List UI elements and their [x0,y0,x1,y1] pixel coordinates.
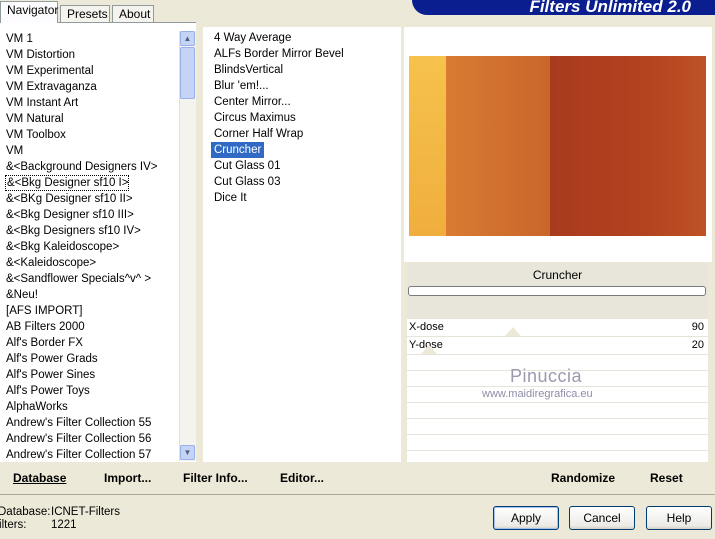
tab-presets[interactable]: Presets [60,5,110,22]
category-item[interactable]: VM Distortion [5,47,75,63]
category-item[interactable]: &Neu! [5,287,38,303]
filter-item[interactable]: ALFs Border Mirror Bevel [211,46,347,62]
status-database-value: ICNET-Filters [51,506,120,518]
filter-items: 4 Way Average ALFs Border Mirror Bevel Bli… [211,30,399,450]
scroll-up-button[interactable]: ▲ [180,31,195,46]
param-row-empty [407,419,708,435]
param-area-bottom [407,451,708,462]
category-item[interactable]: VM Toolbox [5,127,66,143]
category-item[interactable]: &<Bkg Designers sf10 IV> [5,223,141,239]
param-row-y-dose[interactable]: Y-dose 20 [407,337,708,355]
category-item[interactable]: VM Experimental [5,63,94,79]
progress-bar [408,286,706,296]
reset-button[interactable]: Reset [650,471,683,485]
category-item[interactable]: &<Kaleidoscope> [5,255,96,271]
category-list[interactable]: VM 1 VM Distortion VM Experimental VM Extra… [0,22,196,463]
category-item[interactable]: &<Bkg Designer sf10 I> [5,175,130,191]
category-item[interactable]: VM [5,143,23,159]
watermark-url: www.maidiregrafica.eu [482,388,593,400]
status-database-label: Database: [0,506,51,518]
slider-thumb-icon[interactable] [505,327,521,336]
param-value: 90 [691,321,704,333]
category-item[interactable]: &<Bkg Kaleidoscope> [5,239,119,255]
tab-about[interactable]: About [112,5,154,22]
category-item[interactable]: Alf's Power Grads [5,351,98,367]
category-item[interactable]: Andrew's Filter Collection 55 [5,415,151,431]
filter-item[interactable]: Cut Glass 01 [211,158,283,174]
filter-item[interactable]: Cut Glass 03 [211,174,283,190]
param-row-empty [407,435,708,451]
preview-image [409,56,706,236]
help-button[interactable]: Help [646,506,712,530]
category-item[interactable]: Alf's Power Sines [5,367,95,383]
filter-list[interactable]: 4 Way Average ALFs Border Mirror Bevel Bli… [203,27,401,462]
slider-thumb-icon[interactable] [421,345,437,354]
category-item[interactable]: VM Natural [5,111,64,127]
category-item[interactable]: Andrew's Filter Collection 56 [5,431,151,447]
param-value: 20 [691,339,704,351]
category-item[interactable]: Alf's Power Toys [5,383,90,399]
filter-item[interactable]: 4 Way Average [211,30,294,46]
category-item[interactable]: VM 1 [5,31,33,47]
category-item[interactable]: Andrew's Filter Collection 57 [5,447,151,463]
category-scrollbar[interactable]: ▲ ▼ [179,31,196,461]
apply-button[interactable]: Apply [493,506,559,530]
filter-item[interactable]: Cruncher [211,142,265,158]
category-item[interactable]: &<Sandflower Specials^v^ > [5,271,151,287]
scroll-thumb[interactable] [180,47,195,99]
category-item[interactable]: AB Filters 2000 [5,319,85,335]
category-item[interactable]: &<Bkg Designer sf10 III> [5,207,134,223]
category-items: VM 1 VM Distortion VM Experimental VM Extra… [5,31,177,463]
filter-item[interactable]: BlindsVertical [211,62,286,78]
filter-item[interactable]: Circus Maximus [211,110,299,126]
category-item[interactable]: [AFS IMPORT] [5,303,82,319]
cancel-button[interactable]: Cancel [569,506,635,530]
category-item[interactable]: VM Instant Art [5,95,78,111]
editor-button[interactable]: Editor... [280,471,324,485]
divider [0,494,715,495]
param-row-x-dose[interactable]: X-dose 90 [407,319,708,337]
filter-item[interactable]: Dice It [211,190,250,206]
database-button[interactable]: Database [13,471,66,485]
param-label: X-dose [409,321,444,333]
category-item[interactable]: Alf's Border FX [5,335,83,351]
randomize-button[interactable]: Randomize [551,471,615,485]
filter-info-button[interactable]: Filter Info... [183,471,248,485]
category-item[interactable]: &<BKg Designer sf10 II> [5,191,133,207]
category-item[interactable]: &<Background Designers IV> [5,159,158,175]
filter-item[interactable]: Corner Half Wrap [211,126,306,142]
category-item[interactable]: AlphaWorks [5,399,68,415]
filter-item[interactable]: Blur 'em!... [211,78,272,94]
status-filters-label: Filters: [0,519,27,531]
watermark-name: Pinuccia [510,366,583,386]
filter-name-label: Cruncher [532,268,583,282]
tab-navigator[interactable]: Navigator [0,1,58,23]
import-button[interactable]: Import... [104,471,151,485]
category-item[interactable]: VM Extravaganza [5,79,97,95]
status-filters-value: 1221 [51,519,77,531]
scroll-down-button[interactable]: ▼ [180,445,195,460]
param-row-empty [407,403,708,419]
filter-item[interactable]: Center Mirror... [211,94,294,110]
app-banner: Filters Unlimited 2.0 [412,0,715,15]
